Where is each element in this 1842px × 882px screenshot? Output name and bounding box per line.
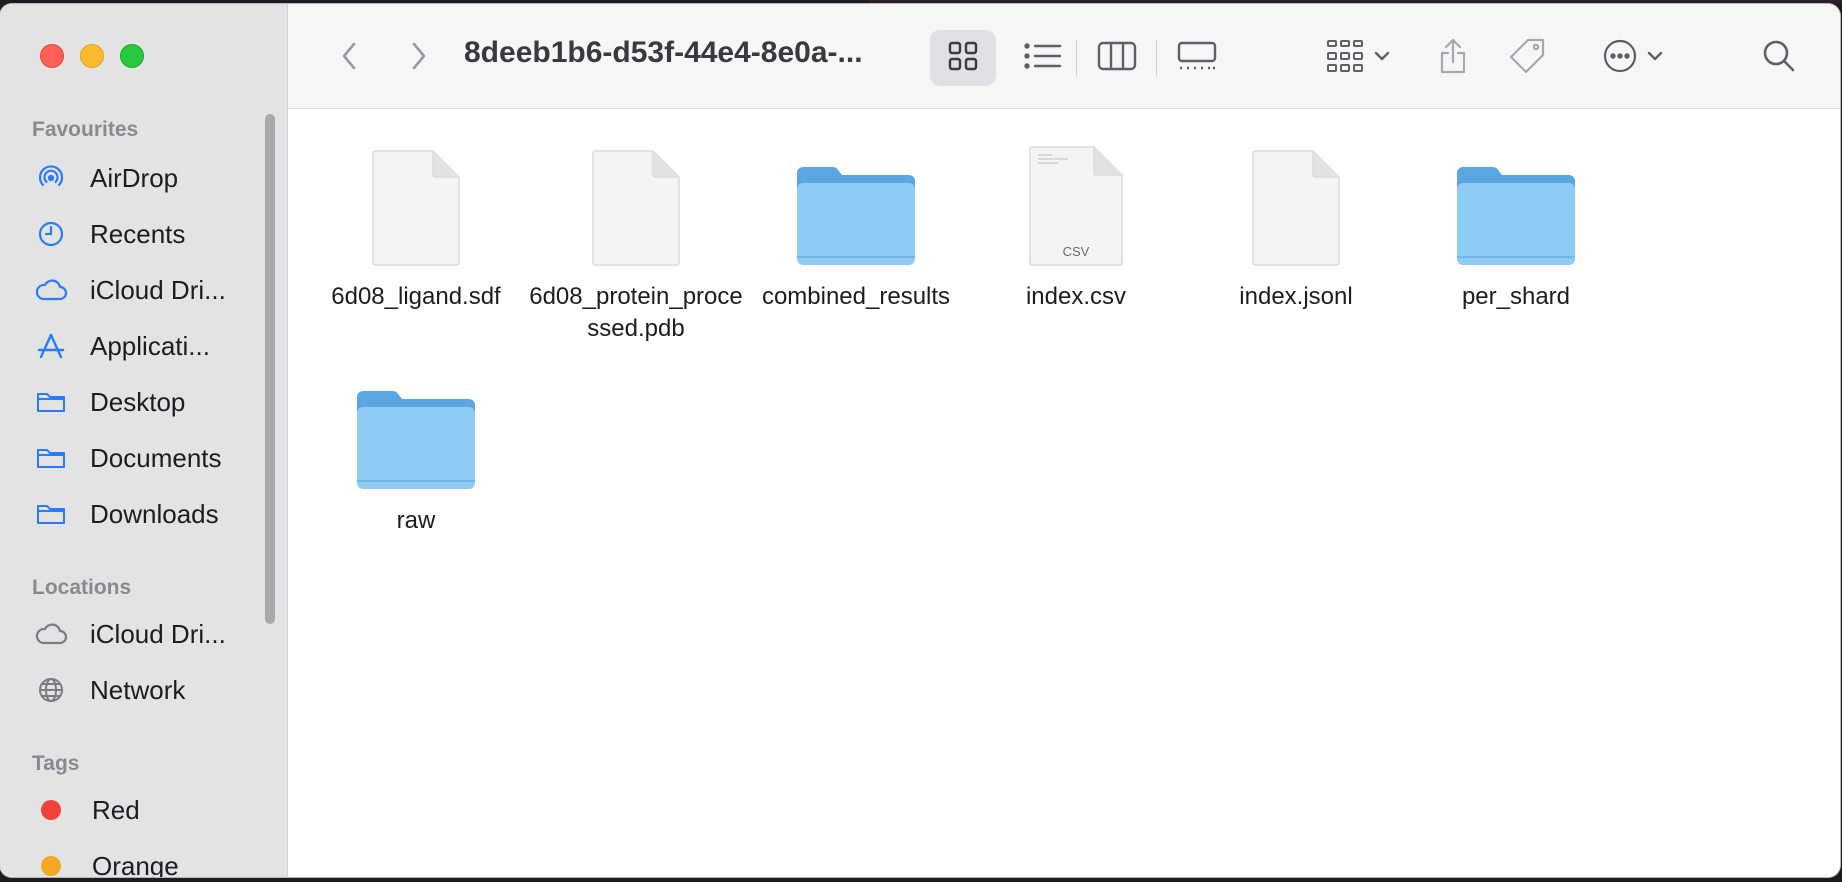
- file-name: 6d08_protein_processed.pdb: [529, 283, 743, 342]
- airdrop-icon: [32, 162, 70, 194]
- sidebar-item-label: iCloud Dri...: [90, 618, 226, 649]
- locations-section-title: Locations: [32, 576, 132, 599]
- tags-button[interactable]: [1502, 30, 1552, 86]
- sidebar-item-label: Network: [90, 674, 186, 705]
- sidebar-item-applications[interactable]: Applicati...: [22, 322, 272, 370]
- folder-icon: [32, 498, 70, 530]
- toolbar: 8deeb1b6-d53f-44e4-8e0a-...: [288, 4, 1840, 109]
- minimize-button[interactable]: [80, 44, 104, 68]
- gallery-view-icon: [1177, 41, 1217, 76]
- window-title: 8deeb1b6-d53f-44e4-8e0a-...: [464, 36, 863, 69]
- zoom-button[interactable]: [120, 44, 144, 68]
- group-by-button[interactable]: [1318, 30, 1398, 86]
- icon-view-button[interactable]: [930, 30, 996, 86]
- clock-icon: [32, 218, 70, 250]
- file-grid: 6d08_ligand.sdf 6d08_protein_processed.p…: [288, 109, 1840, 877]
- folder-icon: [32, 386, 70, 418]
- gallery-view-button[interactable]: [1164, 30, 1230, 86]
- toolbar-separator: [1076, 40, 1077, 76]
- more-actions-button[interactable]: [1588, 30, 1678, 86]
- file-name: index.csv: [1025, 283, 1127, 310]
- sidebar-scrollbar[interactable]: [265, 114, 275, 624]
- favourites-section-title: Favourites: [32, 118, 139, 141]
- tags-section-title: Tags: [32, 752, 80, 775]
- window-controls: [40, 44, 144, 68]
- chevron-down-icon: [1374, 49, 1390, 67]
- cloud-icon: [32, 274, 70, 306]
- file-item[interactable]: CSV index.csv: [966, 145, 1186, 313]
- close-button[interactable]: [40, 44, 64, 68]
- folder-name: per_shard: [1461, 283, 1571, 310]
- sidebar-item-tag-red[interactable]: Red: [22, 786, 272, 834]
- back-button[interactable]: [330, 30, 370, 86]
- sidebar-item-label: Orange: [92, 850, 179, 878]
- search-button[interactable]: [1754, 30, 1804, 86]
- forward-button[interactable]: [398, 30, 438, 86]
- chevron-down-icon: [1647, 49, 1663, 67]
- sidebar: Favourites AirDrop Recents iCloud Dri...…: [0, 4, 288, 877]
- sidebar-item-label: iCloud Dri...: [90, 274, 226, 305]
- folder-icon: [32, 442, 70, 474]
- sidebar-item-documents[interactable]: Documents: [22, 434, 272, 482]
- column-view-button[interactable]: [1084, 30, 1150, 86]
- sidebar-item-airdrop[interactable]: AirDrop: [22, 154, 272, 202]
- chevron-right-icon: [408, 40, 428, 77]
- share-icon: [1438, 37, 1468, 80]
- document-icon: [351, 145, 481, 267]
- sidebar-item-network[interactable]: Network: [22, 666, 272, 714]
- file-item[interactable]: index.jsonl: [1186, 145, 1406, 313]
- sidebar-item-label: Applicati...: [90, 330, 210, 361]
- ellipsis-circle-icon: [1603, 39, 1637, 78]
- sidebar-item-label: Red: [92, 794, 140, 825]
- list-view-icon: [1024, 42, 1062, 75]
- csv-document-icon: CSV: [1011, 145, 1141, 267]
- folder-item[interactable]: raw: [306, 369, 526, 537]
- sidebar-item-tag-orange[interactable]: Orange: [22, 842, 272, 877]
- folder-icon: [791, 145, 921, 267]
- tag-icon: [1508, 37, 1546, 80]
- finder-window: Favourites AirDrop Recents iCloud Dri...…: [0, 4, 1840, 877]
- folder-name: raw: [396, 507, 436, 534]
- applications-icon: [32, 330, 70, 362]
- toolbar-separator: [1156, 40, 1157, 76]
- document-icon: [571, 145, 701, 267]
- group-icon: [1326, 39, 1366, 78]
- orange-tag-icon: [41, 856, 61, 876]
- chevron-left-icon: [340, 40, 360, 77]
- red-tag-icon: [41, 800, 61, 820]
- document-icon: [1231, 145, 1361, 267]
- globe-icon: [32, 674, 70, 706]
- sidebar-item-downloads[interactable]: Downloads: [22, 490, 272, 538]
- sidebar-item-label: Downloads: [90, 498, 219, 529]
- column-view-icon: [1097, 41, 1137, 76]
- folder-name: combined_results: [761, 283, 951, 310]
- search-icon: [1762, 39, 1796, 78]
- sidebar-item-label: Desktop: [90, 386, 186, 417]
- file-name: 6d08_ligand.sdf: [331, 283, 501, 310]
- file-item[interactable]: 6d08_protein_processed.pdb: [526, 145, 746, 345]
- folder-item[interactable]: per_shard: [1406, 145, 1626, 313]
- folder-item[interactable]: combined_results: [746, 145, 966, 313]
- folder-icon: [1451, 145, 1581, 267]
- sidebar-item-icloud-drive-location[interactable]: iCloud Dri...: [22, 610, 272, 658]
- folder-icon: [351, 369, 481, 491]
- file-item[interactable]: 6d08_ligand.sdf: [306, 145, 526, 313]
- sidebar-item-label: Recents: [90, 218, 186, 249]
- list-view-button[interactable]: [1010, 30, 1076, 86]
- grid-view-icon: [947, 40, 979, 77]
- sidebar-item-icloud-drive[interactable]: iCloud Dri...: [22, 266, 272, 314]
- sidebar-item-label: AirDrop: [90, 162, 179, 193]
- cloud-icon: [32, 618, 70, 650]
- file-name: index.jsonl: [1239, 283, 1353, 310]
- sidebar-item-desktop[interactable]: Desktop: [22, 378, 272, 426]
- sidebar-item-recents[interactable]: Recents: [22, 210, 272, 258]
- csv-badge: CSV: [1062, 244, 1090, 259]
- sidebar-item-label: Documents: [90, 442, 222, 473]
- share-button[interactable]: [1428, 30, 1478, 86]
